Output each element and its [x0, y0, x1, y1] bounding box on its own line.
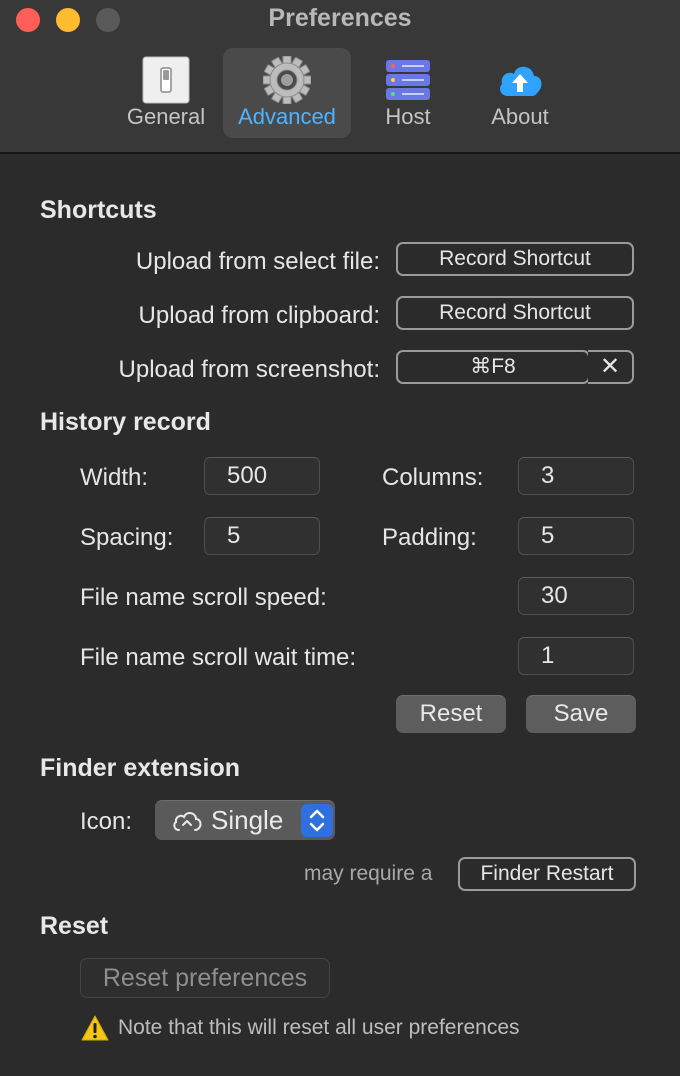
width-input[interactable]: 500	[204, 457, 320, 495]
tab-advanced[interactable]: Advanced	[223, 48, 351, 138]
upload-clipboard-label: Upload from clipboard:	[138, 302, 380, 329]
reset-heading: Reset	[40, 912, 109, 940]
screenshot-shortcut-field[interactable]: ⌘F8	[396, 350, 590, 384]
toolbar: Preferences General Advanced Host About	[0, 0, 680, 154]
record-shortcut-clipboard-button[interactable]: Record Shortcut	[396, 296, 634, 330]
chevron-up-down-icon	[301, 804, 333, 837]
scroll-speed-label: File name scroll speed:	[80, 584, 327, 611]
preferences-window: Preferences General Advanced Host About …	[0, 0, 680, 1076]
cloud-upload-icon	[500, 66, 542, 96]
icon-style-value: Single	[211, 805, 284, 835]
tab-host[interactable]: Host	[344, 48, 472, 138]
clear-shortcut-button[interactable]: ✕	[588, 350, 634, 384]
reset-warning-text: Note that this will reset all user prefe…	[118, 1016, 520, 1039]
reset-history-button[interactable]: Reset	[396, 695, 506, 733]
width-label: Width:	[80, 464, 149, 491]
spacing-label: Spacing:	[80, 524, 174, 551]
reset-preferences-button[interactable]: Reset preferences	[80, 958, 330, 998]
columns-input[interactable]: 3	[518, 457, 634, 495]
padding-label: Padding:	[382, 524, 477, 551]
toggle-switch-icon	[142, 56, 190, 104]
cloud-icon	[173, 812, 202, 831]
restart-note: may require a	[304, 862, 433, 885]
tab-advanced-label: Advanced	[238, 104, 336, 129]
tab-about[interactable]: About	[456, 48, 584, 138]
warning-icon	[81, 1015, 109, 1041]
scroll-wait-label: File name scroll wait time:	[80, 644, 357, 671]
save-history-button[interactable]: Save	[526, 695, 636, 733]
history-record-heading: History record	[40, 408, 211, 436]
scroll-speed-input[interactable]: 30	[518, 577, 634, 615]
tab-about-label: About	[491, 104, 549, 129]
gear-icon	[263, 56, 311, 104]
upload-select-file-label: Upload from select file:	[135, 248, 380, 275]
icon-style-popup[interactable]: Single	[155, 800, 335, 840]
scroll-wait-input[interactable]: 1	[518, 637, 634, 675]
columns-label: Columns:	[382, 464, 484, 491]
tab-host-label: Host	[385, 104, 431, 129]
spacing-input[interactable]: 5	[204, 517, 320, 555]
tab-general-label: General	[126, 104, 206, 129]
finder-restart-button[interactable]: Finder Restart	[458, 857, 636, 891]
icon-label: Icon:	[80, 808, 133, 835]
upload-screenshot-label: Upload from screenshot:	[118, 356, 380, 383]
finder-extension-heading: Finder extension	[40, 754, 241, 782]
server-icon	[386, 60, 430, 100]
tab-general[interactable]: General	[102, 48, 230, 138]
shortcuts-heading: Shortcuts	[40, 196, 157, 224]
window-title: Preferences	[268, 4, 412, 32]
record-shortcut-select-file-button[interactable]: Record Shortcut	[396, 242, 634, 276]
padding-input[interactable]: 5	[518, 517, 634, 555]
